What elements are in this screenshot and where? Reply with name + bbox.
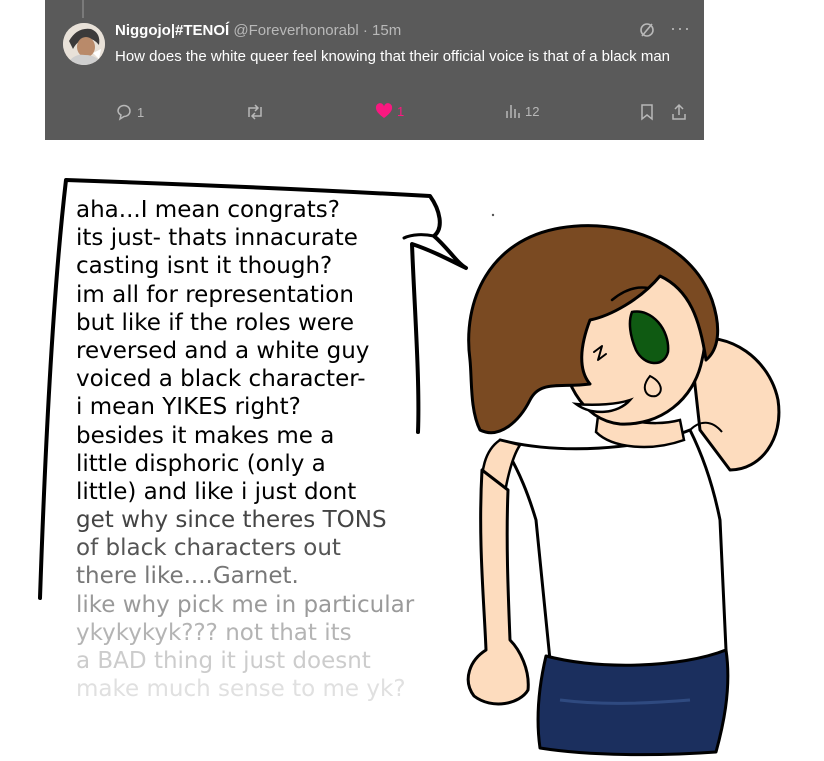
speech-line: but like if the roles were: [76, 309, 355, 336]
speech-line: there like....Garnet.: [76, 563, 299, 590]
speech-line: little) and like i just dont: [76, 478, 357, 505]
speech-text: aha...I mean congrats? its just- thats in…: [76, 196, 476, 703]
speech-line: little disphoric (only a: [76, 450, 326, 477]
speech-line: aha...I mean congrats?: [76, 197, 340, 223]
speech-line: like why pick me in particular: [76, 591, 415, 618]
speech-line: of black characters out: [76, 535, 341, 562]
speech-line: casting isnt it though?: [76, 253, 333, 280]
speech-line: get why since theres TONS: [76, 507, 387, 534]
speech-line: its just- thats innacurate: [76, 225, 358, 252]
speech-line: im all for representation: [76, 281, 354, 308]
speech-line: besides it makes me a: [76, 422, 335, 449]
speech-line: i mean YIKES right?: [76, 394, 301, 421]
speech-line: ykykykyk??? not that its: [76, 619, 352, 646]
speech-line: reversed and a white guy: [76, 337, 370, 364]
comic-panel: aha...I mean congrats? its just- thats in…: [0, 0, 824, 761]
speech-line: make much sense to me yk?: [76, 676, 406, 703]
speech-line: voiced a black character-: [76, 366, 366, 393]
speech-line: a BAD thing it just doesnt: [76, 648, 371, 674]
